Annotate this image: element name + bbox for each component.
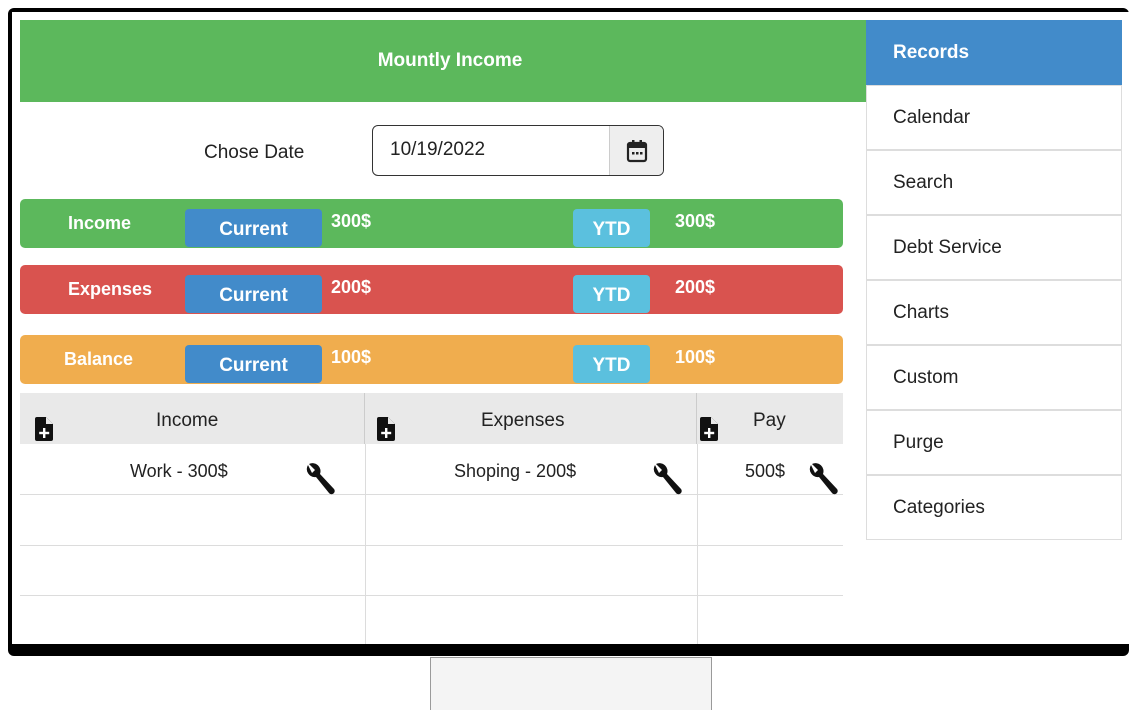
expenses-summary-bar: Expenses Current 200$ YTD 200$ bbox=[20, 265, 843, 314]
row-divider bbox=[20, 545, 843, 546]
expenses-current-button[interactable]: Current bbox=[185, 275, 322, 313]
expenses-ytd-value: 200$ bbox=[675, 277, 716, 297]
income-ytd-value: 300$ bbox=[675, 211, 716, 231]
column-divider bbox=[697, 444, 698, 644]
expenses-label: Expenses bbox=[68, 279, 153, 299]
sidebar-item-charts[interactable]: Charts bbox=[866, 280, 1122, 345]
date-label: Chose Date bbox=[204, 142, 305, 163]
date-picker-button[interactable] bbox=[609, 126, 663, 175]
wrench-icon[interactable] bbox=[302, 463, 336, 497]
records-table: Income Expenses Pay Work - 300$ Shoping … bbox=[20, 393, 843, 644]
table-header-income: Income bbox=[20, 393, 365, 444]
sidebar-item-custom[interactable]: Custom bbox=[866, 345, 1122, 410]
date-value[interactable]: 10/19/2022 bbox=[390, 139, 485, 161]
pay-cell[interactable]: 500$ bbox=[745, 461, 785, 482]
balance-summary-bar: Balance Current 100$ YTD 100$ bbox=[20, 335, 843, 384]
page-title: Mountly Income bbox=[20, 20, 880, 102]
calendar-icon[interactable] bbox=[626, 139, 648, 163]
row-divider bbox=[20, 595, 843, 596]
balance-label: Balance bbox=[64, 349, 134, 369]
expenses-cell[interactable]: Shoping - 200$ bbox=[454, 461, 576, 482]
balance-current-button[interactable]: Current bbox=[185, 345, 322, 383]
column-header-income: Income bbox=[156, 410, 219, 431]
expenses-current-value: 200$ bbox=[331, 277, 372, 297]
income-summary-bar: Income Current 300$ YTD 300$ bbox=[20, 199, 843, 248]
date-input[interactable]: 10/19/2022 bbox=[372, 125, 664, 176]
table-header-pay: Pay bbox=[697, 393, 843, 444]
income-label: Income bbox=[68, 213, 132, 233]
file-plus-icon[interactable] bbox=[377, 417, 395, 441]
wrench-icon[interactable] bbox=[805, 463, 839, 497]
wrench-icon[interactable] bbox=[649, 463, 683, 497]
balance-ytd-button[interactable]: YTD bbox=[573, 345, 650, 383]
sidebar-item-calendar[interactable]: Calendar bbox=[866, 85, 1122, 150]
monitor-stand bbox=[430, 657, 712, 710]
table-header-expenses: Expenses bbox=[365, 393, 697, 444]
income-current-value: 300$ bbox=[331, 211, 372, 231]
sidebar-item-records[interactable]: Records bbox=[866, 20, 1122, 85]
column-divider bbox=[365, 444, 366, 644]
column-header-pay: Pay bbox=[753, 410, 786, 431]
balance-ytd-value: 100$ bbox=[675, 347, 716, 367]
sidebar-item-search[interactable]: Search bbox=[866, 150, 1122, 215]
income-cell[interactable]: Work - 300$ bbox=[130, 461, 228, 482]
row-divider bbox=[20, 494, 843, 495]
sidebar-item-categories[interactable]: Categories bbox=[866, 475, 1122, 540]
sidebar-item-purge[interactable]: Purge bbox=[866, 410, 1122, 475]
sidebar-item-debt-service[interactable]: Debt Service bbox=[866, 215, 1122, 280]
file-plus-icon[interactable] bbox=[35, 417, 53, 441]
balance-current-value: 100$ bbox=[331, 347, 372, 367]
app-screen: Mountly Income Chose Date 10/19/2022 Inc… bbox=[12, 12, 1129, 644]
column-header-expenses: Expenses bbox=[481, 410, 565, 431]
file-plus-icon[interactable] bbox=[700, 417, 718, 441]
income-ytd-button[interactable]: YTD bbox=[573, 209, 650, 247]
income-current-button[interactable]: Current bbox=[185, 209, 322, 247]
expenses-ytd-button[interactable]: YTD bbox=[573, 275, 650, 313]
